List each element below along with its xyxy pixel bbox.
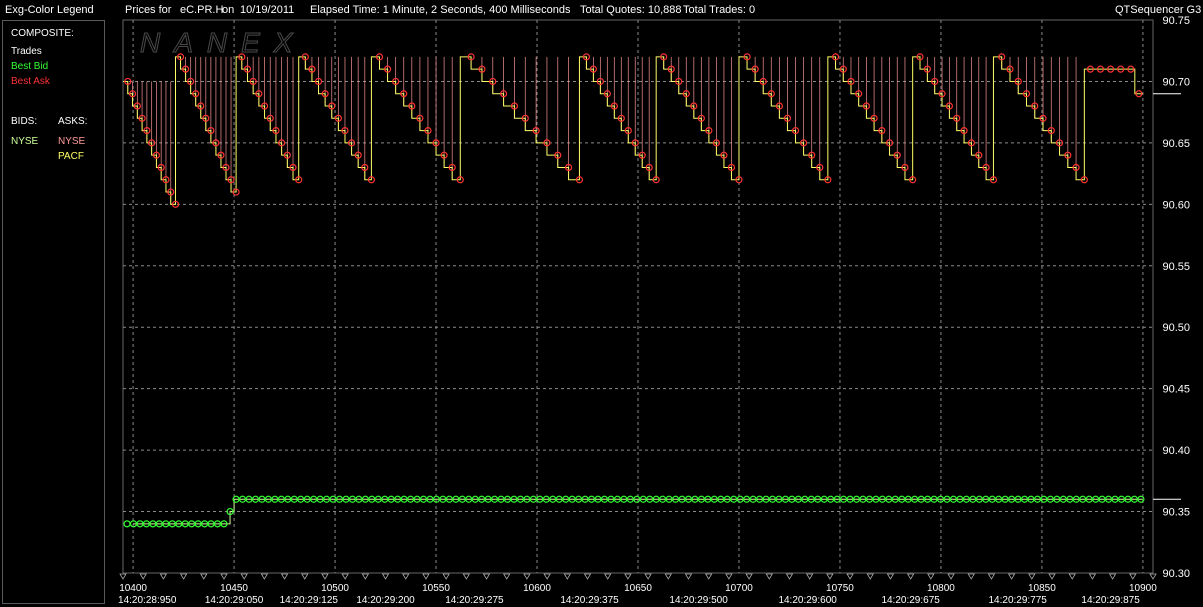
time-marker-tick bbox=[402, 573, 410, 580]
grid bbox=[123, 20, 1153, 573]
time-marker-tick bbox=[523, 573, 531, 580]
watermark: NANEX bbox=[140, 27, 306, 58]
y-tick-label: 90.45 bbox=[1162, 384, 1190, 396]
time-marker-tick bbox=[684, 573, 693, 580]
time-label: 14:20:29:200 bbox=[356, 595, 415, 606]
best-ask-series bbox=[123, 53, 1143, 208]
x-tick-label: 10800 bbox=[927, 583, 955, 594]
x-axis: 10400 10450 10500 10550 10600 10650 10700 10750… bbox=[118, 573, 1157, 606]
y-axis: 90.75 90.70 90.65 90.60 90.55 90.50 90.45 90.40… bbox=[1153, 15, 1190, 580]
time-marker-tick bbox=[321, 573, 329, 580]
x-tick-label: 10900 bbox=[1129, 583, 1157, 594]
y-tick-label: 90.30 bbox=[1162, 568, 1190, 580]
time-marker-tick bbox=[1048, 573, 1056, 580]
time-marker-tick bbox=[381, 573, 390, 580]
best-bid-point bbox=[123, 520, 131, 528]
x-tick-label: 10450 bbox=[220, 583, 248, 594]
time-marker-tick bbox=[280, 573, 289, 580]
time-marker-tick bbox=[866, 573, 874, 580]
x-tick-label: 10600 bbox=[523, 583, 551, 594]
time-marker-tick bbox=[240, 573, 248, 580]
time-label: 14:20:28:950 bbox=[118, 595, 177, 606]
y-tick-label: 90.50 bbox=[1162, 322, 1190, 334]
time-marker-tick bbox=[220, 573, 228, 580]
time-marker-tick bbox=[1129, 573, 1137, 580]
time-marker-tick bbox=[119, 573, 127, 580]
time-label: 14:20:29:775 bbox=[988, 595, 1047, 606]
time-label: 14:20:29:375 bbox=[560, 595, 619, 606]
time-label: 14:20:29:875 bbox=[1081, 595, 1140, 606]
time-marker-tick bbox=[503, 573, 511, 580]
time-marker-tick bbox=[583, 573, 592, 580]
y-tick-label: 90.35 bbox=[1162, 507, 1190, 519]
time-marker-tick bbox=[1108, 573, 1117, 580]
y-tick-label: 90.70 bbox=[1162, 76, 1190, 88]
time-marker-tick bbox=[765, 573, 773, 580]
time-marker-tick bbox=[1028, 573, 1036, 580]
time-marker-tick bbox=[361, 573, 370, 580]
time-marker-tick bbox=[785, 573, 794, 580]
time-marker-tick bbox=[1068, 573, 1076, 580]
time-label: 14:20:29:050 bbox=[205, 595, 264, 606]
x-tick-label: 10400 bbox=[119, 583, 147, 594]
time-marker-tick bbox=[603, 573, 612, 580]
time-label: 14:20:29:675 bbox=[881, 595, 940, 606]
time-marker-tick bbox=[906, 573, 915, 580]
time-marker-tick bbox=[805, 573, 814, 580]
x-tick-label: 10500 bbox=[321, 583, 349, 594]
time-marker-tick bbox=[341, 573, 349, 580]
time-marker-tick bbox=[179, 573, 188, 580]
time-marker-tick bbox=[159, 573, 168, 580]
y-tick-label: 90.55 bbox=[1162, 261, 1190, 273]
time-marker-tick bbox=[745, 573, 753, 580]
x-tick-label: 10750 bbox=[826, 583, 854, 594]
time-marker-tick bbox=[886, 573, 895, 580]
time-marker-tick bbox=[725, 573, 733, 580]
x-tick-label: 10550 bbox=[422, 583, 450, 594]
time-label: 14:20:29:125 bbox=[280, 595, 339, 606]
time-marker-tick bbox=[987, 573, 996, 580]
time-marker-tick bbox=[301, 573, 309, 580]
time-label: 14:20:29:275 bbox=[445, 595, 504, 606]
time-marker-tick bbox=[947, 573, 955, 580]
time-label: 14:20:29:500 bbox=[669, 595, 728, 606]
time-marker-tick bbox=[139, 573, 147, 580]
time-marker-tick bbox=[442, 573, 450, 580]
time-marker-tick bbox=[543, 573, 551, 580]
time-marker-tick bbox=[846, 573, 854, 580]
price-chart: NANEX 90.75 90.70 90.65 90.60 90.55 90.50 90.4… bbox=[118, 15, 1190, 606]
time-marker-tick bbox=[644, 573, 652, 580]
time-marker-tick bbox=[1149, 573, 1157, 580]
y-tick-label: 90.75 bbox=[1162, 15, 1190, 27]
time-marker-tick bbox=[1088, 573, 1097, 580]
time-marker-tick bbox=[200, 573, 208, 580]
time-marker-tick bbox=[260, 573, 269, 580]
time-marker-tick bbox=[422, 573, 430, 580]
x-tick-label: 10650 bbox=[624, 583, 652, 594]
time-label: 14:20:29:600 bbox=[778, 595, 837, 606]
time-marker-tick bbox=[462, 573, 471, 580]
y-tick-label: 90.60 bbox=[1162, 199, 1190, 211]
time-marker-tick bbox=[664, 573, 673, 580]
time-marker-tick bbox=[482, 573, 491, 580]
time-marker-tick bbox=[826, 573, 834, 580]
time-marker-tick bbox=[563, 573, 572, 580]
x-tick-label: 10850 bbox=[1028, 583, 1056, 594]
y-tick-label: 90.65 bbox=[1162, 138, 1190, 150]
time-marker-tick bbox=[967, 573, 975, 580]
y-tick-label: 90.40 bbox=[1162, 445, 1190, 457]
time-marker-tick bbox=[624, 573, 632, 580]
x-tick-label: 10700 bbox=[725, 583, 753, 594]
time-marker-tick bbox=[927, 573, 935, 580]
time-marker-tick bbox=[704, 573, 713, 580]
time-marker-tick bbox=[1007, 573, 1016, 580]
